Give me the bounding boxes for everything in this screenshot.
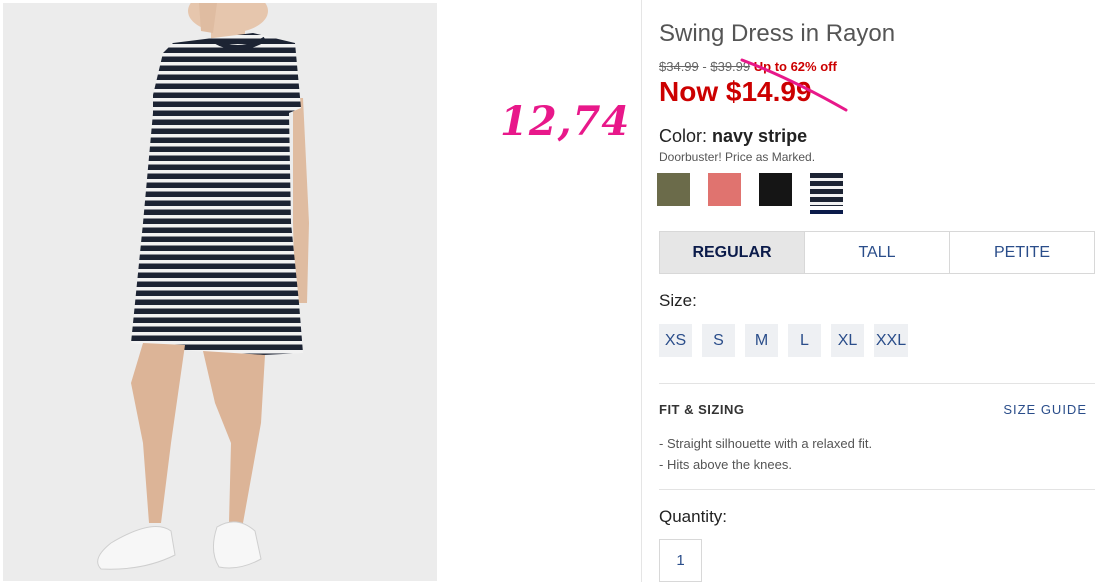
size-l[interactable]: L [788,324,821,357]
fit-sizing-heading: FIT & SIZING [659,402,745,417]
handwritten-strike-mark [740,58,848,112]
product-title: Swing Dress in Rayon [659,20,896,47]
size-s[interactable]: S [702,324,735,357]
swatch-navy-stripe[interactable] [810,173,843,214]
divider [659,383,1095,384]
product-photo [3,3,437,581]
swatch-black[interactable] [759,173,792,206]
quantity-input[interactable]: 1 [659,539,702,582]
size-m[interactable]: M [745,324,778,357]
size-guide-link[interactable]: SIZE GUIDE [1003,402,1087,417]
fit-detail-item: - Straight silhouette with a relaxed fit… [659,436,873,451]
price-low: $34.99 [659,59,699,74]
price-annotation: 12,74 [500,98,631,145]
size-options: XS S M L XL XXL [659,324,908,357]
fit-tall[interactable]: TALL [804,232,949,273]
column-divider [641,0,642,582]
size-label: Size: [659,291,697,310]
color-selection: Color: navy stripe [659,126,807,147]
size-xxl[interactable]: XXL [874,324,908,357]
fit-detail-item: - Hits above the knees. [659,457,792,472]
size-xs[interactable]: XS [659,324,692,357]
color-label: Color: [659,126,708,146]
promo-note: Doorbuster! Price as Marked. [659,150,816,164]
fit-petite[interactable]: PETITE [949,232,1094,273]
color-swatches [657,173,843,214]
size-xl[interactable]: XL [831,324,864,357]
price-separator: - [702,59,707,74]
fit-regular[interactable]: REGULAR [660,232,804,273]
fit-details: - Straight silhouette with a relaxed fit… [659,433,872,475]
swatch-coral[interactable] [708,173,741,206]
swatch-olive[interactable] [657,173,690,206]
color-value: navy stripe [712,126,808,146]
divider [659,489,1095,490]
quantity-label: Quantity: [659,507,728,526]
fit-options: REGULAR TALL PETITE [659,231,1095,274]
